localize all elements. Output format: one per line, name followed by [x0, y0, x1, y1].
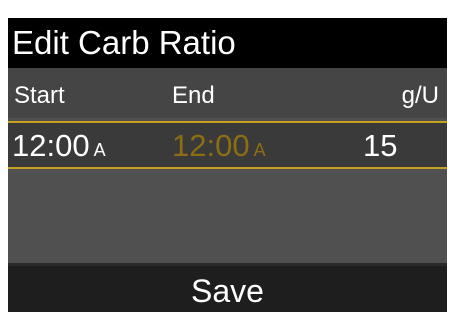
carb-ratio-row-selected[interactable]: 12:00 A 12:00 A 15 — [8, 121, 447, 169]
save-button-label: Save — [191, 273, 264, 309]
column-header-end: End — [172, 82, 215, 109]
pump-screen: Edit Carb Ratio Start End g/U 12:00 A 12:… — [8, 18, 447, 312]
ratio-value: 15 — [363, 128, 398, 163]
end-time-value: 12:00 — [172, 128, 250, 163]
start-time-value: 12:00 — [12, 128, 90, 163]
screen-title: Edit Carb Ratio — [12, 24, 236, 61]
column-header-unit: g/U — [401, 82, 439, 109]
start-time-cell: 12:00 A — [12, 129, 106, 169]
column-header-row: Start End g/U — [8, 68, 447, 118]
end-time-cell: 12:00 A — [172, 129, 266, 169]
start-time-ampm: A — [93, 140, 106, 160]
title-bar: Edit Carb Ratio — [8, 18, 447, 68]
save-button[interactable]: Save — [8, 266, 447, 312]
end-time-ampm: A — [253, 140, 266, 160]
column-header-start: Start — [14, 82, 65, 109]
